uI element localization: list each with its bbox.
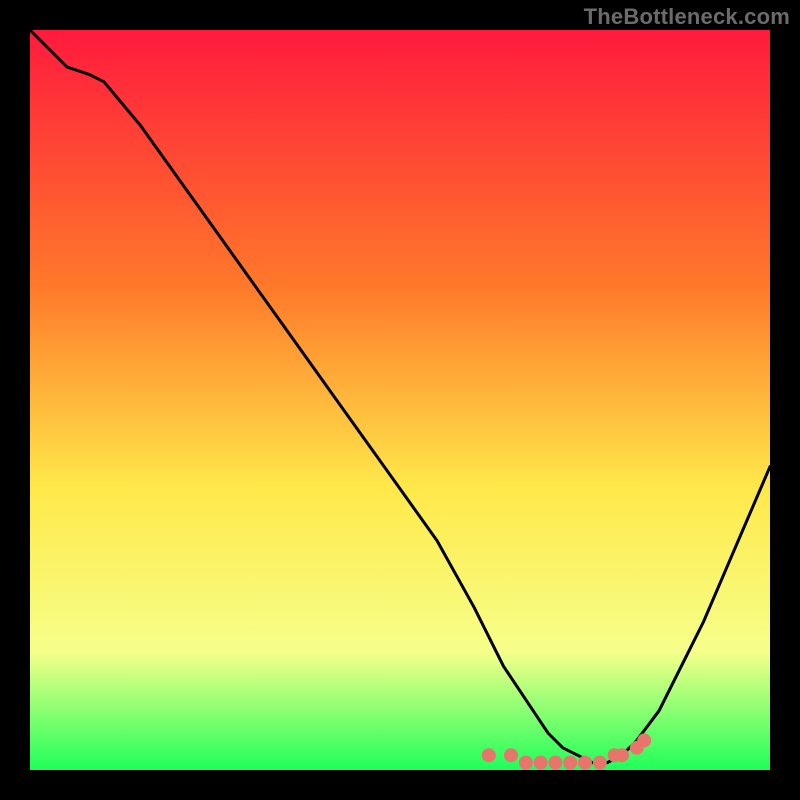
accent-dot [519, 756, 533, 770]
gradient-background [30, 30, 770, 770]
accent-dot [615, 748, 629, 762]
chart-container: TheBottleneck.com [0, 0, 800, 800]
accent-dot [482, 748, 496, 762]
bottleneck-chart [30, 30, 770, 770]
accent-dot [548, 756, 562, 770]
accent-dot [578, 756, 592, 770]
accent-dot [637, 733, 651, 747]
accent-dot [593, 756, 607, 770]
watermark-label: TheBottleneck.com [584, 4, 790, 30]
accent-dot [534, 756, 548, 770]
accent-dot [563, 756, 577, 770]
plot-frame [30, 30, 770, 770]
accent-dot [504, 748, 518, 762]
